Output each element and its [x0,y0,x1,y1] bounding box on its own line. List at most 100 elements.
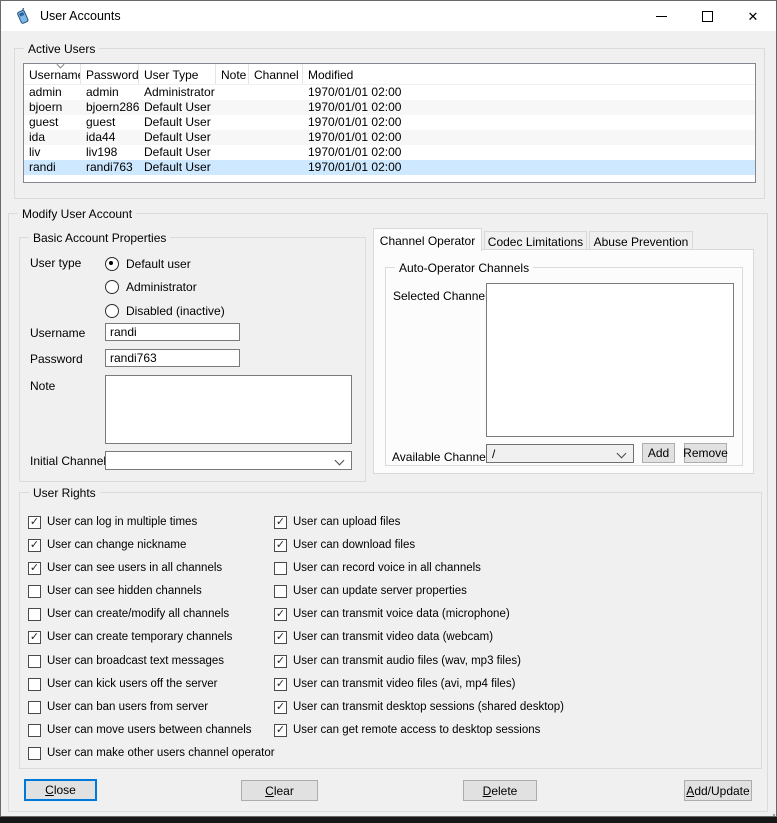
checkbox-checked-icon[interactable]: ✓ [28,562,41,575]
user-right-left-8[interactable]: User can ban users from server [28,697,275,720]
close-window-button[interactable]: ✕ [730,1,776,31]
column-header-user-type[interactable]: User Type [139,64,216,84]
table-row-ida[interactable]: idaida44Default User1970/01/01 02:00 [24,130,755,145]
user-right-left-10[interactable]: User can make other users channel operat… [28,743,275,766]
checkbox-unchecked-icon[interactable] [28,701,41,714]
remove-channel-button[interactable]: Remove [684,443,727,463]
modify-group-label: Modify User Account [18,207,136,221]
minimize-button[interactable] [638,1,684,31]
checkbox-unchecked-icon[interactable] [28,724,41,737]
user-right-right-0[interactable]: ✓User can upload files [274,512,564,535]
radio-icon[interactable] [105,257,119,271]
resize-grip[interactable] [769,810,771,812]
checkbox-checked-icon[interactable]: ✓ [274,724,287,737]
column-header-password[interactable]: Password [81,64,139,84]
users-table[interactable]: UsernamePasswordUser TypeNoteChannelModi… [23,63,756,183]
table-row-guest[interactable]: guestguestDefault User1970/01/01 02:00 [24,115,755,130]
selected-channels-listbox[interactable] [486,283,734,437]
checkbox-checked-icon[interactable]: ✓ [28,516,41,529]
checkbox-label: User can broadcast text messages [47,655,224,667]
checkbox-unchecked-icon[interactable] [28,747,41,760]
user-right-left-9[interactable]: User can move users between channels [28,720,275,743]
radio-icon[interactable] [105,280,119,294]
checkbox-label: User can make other users channel operat… [47,747,275,759]
checkbox-unchecked-icon[interactable] [274,585,287,598]
checkbox-checked-icon[interactable]: ✓ [274,631,287,644]
checkbox-unchecked-icon[interactable] [28,585,41,598]
user-right-right-9[interactable]: ✓User can get remote access to desktop s… [274,720,564,743]
table-row-liv[interactable]: livliv198Default User1970/01/01 02:00 [24,145,755,160]
checkbox-unchecked-icon[interactable] [28,608,41,621]
cell-password: ida44 [81,130,139,145]
cell-password: bjoern286 [81,100,139,115]
cell-modified: 1970/01/01 02:00 [303,100,755,115]
user-right-left-0[interactable]: ✓User can log in multiple times [28,512,275,535]
chevron-down-icon [617,449,627,459]
radio-icon[interactable] [105,304,119,318]
close-button[interactable]: Close [24,779,97,801]
radio-disabled-inactive[interactable]: Disabled (inactive) [105,299,225,323]
checkbox-checked-icon[interactable]: ✓ [274,655,287,668]
user-rights-left-column: ✓User can log in multiple times✓User can… [28,512,275,766]
user-right-right-3[interactable]: User can update server properties [274,581,564,604]
maximize-button[interactable] [684,1,730,31]
cell-password: randi763 [81,160,139,175]
user-right-right-5[interactable]: ✓User can transmit video data (webcam) [274,627,564,650]
table-row-randi[interactable]: randirandi763Default User1970/01/01 02:0… [24,160,755,175]
cell-note [216,130,249,145]
user-right-right-8[interactable]: ✓User can transmit desktop sessions (sha… [274,697,564,720]
user-right-right-2[interactable]: User can record voice in all channels [274,558,564,581]
user-right-right-7[interactable]: ✓User can transmit video files (avi, mp4… [274,674,564,697]
column-header-channel[interactable]: Channel [249,64,303,84]
cell-note [216,160,249,175]
tab-channel-operator[interactable]: Channel Operator [373,228,482,251]
username-field[interactable] [105,323,240,341]
add-channel-button[interactable]: Add [642,443,675,463]
checkbox-unchecked-icon[interactable] [28,678,41,691]
user-right-right-6[interactable]: ✓User can transmit audio files (wav, mp3… [274,651,564,674]
checkbox-checked-icon[interactable]: ✓ [28,539,41,552]
cell-channel [249,85,303,100]
cell-channel [249,100,303,115]
radio-default-user[interactable]: Default user [105,252,225,276]
username-label: Username [30,326,85,340]
user-right-left-7[interactable]: User can kick users off the server [28,674,275,697]
clear-button[interactable]: Clear [241,780,318,801]
column-header-note[interactable]: Note [216,64,249,84]
available-channels-combobox[interactable]: / [486,444,634,463]
checkbox-checked-icon[interactable]: ✓ [274,678,287,691]
delete-button[interactable]: Delete [463,780,537,801]
table-row-admin[interactable]: adminadminAdministrator1970/01/01 02:00 [24,85,755,100]
user-right-left-4[interactable]: User can create/modify all channels [28,604,275,627]
checkbox-checked-icon[interactable]: ✓ [274,701,287,714]
column-header-username[interactable]: Username [24,64,81,84]
user-right-left-6[interactable]: User can broadcast text messages [28,651,275,674]
tab-abuse-prevention[interactable]: Abuse Prevention [589,231,693,250]
tab-codec-limitations[interactable]: Codec Limitations [484,231,587,250]
checkbox-checked-icon[interactable]: ✓ [274,608,287,621]
checkbox-label: User can see users in all channels [47,562,222,574]
user-right-left-2[interactable]: ✓ User can see users in all channels [28,558,275,581]
table-row-bjoern[interactable]: bjoernbjoern286Default User1970/01/01 02… [24,100,755,115]
password-field[interactable] [105,349,240,367]
radio-administrator[interactable]: Administrator [105,276,225,300]
checkbox-unchecked-icon[interactable] [274,562,287,575]
add-update-button[interactable]: Add/Update [684,780,752,801]
checkbox-label: User can download files [293,539,415,551]
checkbox-checked-icon[interactable]: ✓ [274,516,287,529]
user-type-label: User type [30,256,81,270]
cell-modified: 1970/01/01 02:00 [303,85,755,100]
checkbox-checked-icon[interactable]: ✓ [28,631,41,644]
user-right-left-5[interactable]: ✓User can create temporary channels [28,627,275,650]
user-right-left-3[interactable]: User can see hidden channels [28,581,275,604]
note-field[interactable] [105,375,352,444]
available-channels-value: / [492,447,495,461]
user-right-right-1[interactable]: ✓ User can download files [274,535,564,558]
user-right-left-1[interactable]: ✓User can change nickname [28,535,275,558]
user-right-right-4[interactable]: ✓User can transmit voice data (microphon… [274,604,564,627]
checkbox-unchecked-icon[interactable] [28,655,41,668]
column-header-modified[interactable]: Modified [303,64,755,84]
initial-channel-combobox[interactable] [105,451,352,470]
checkbox-checked-icon[interactable]: ✓ [274,539,287,552]
radio-label: Administrator [126,280,197,294]
